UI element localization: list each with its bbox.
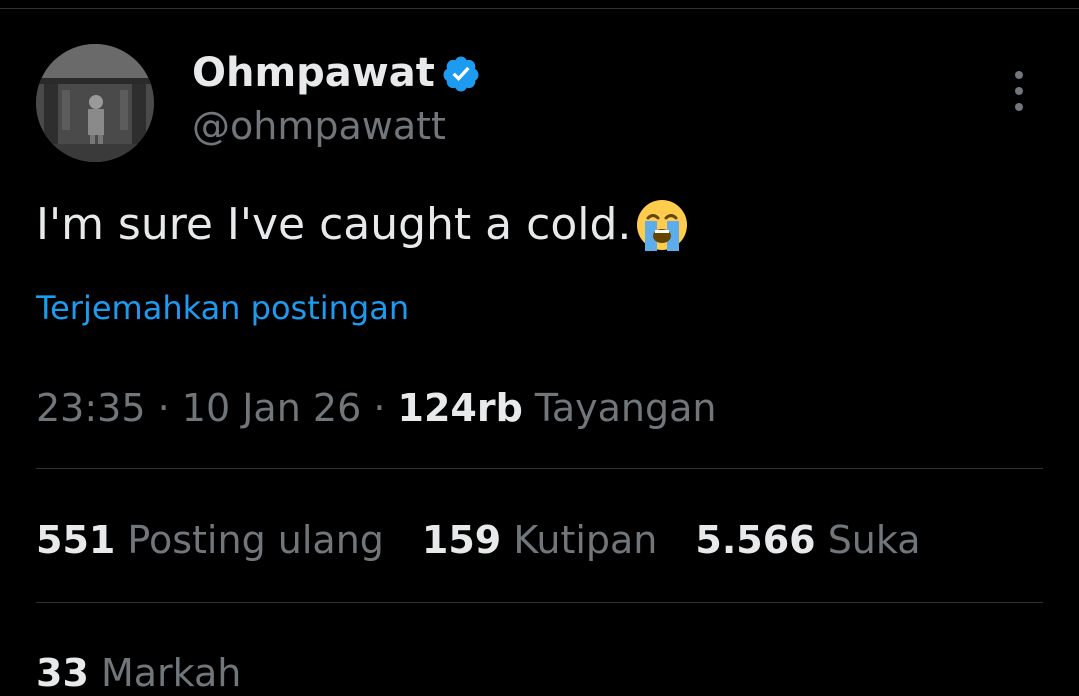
reposts-stat[interactable]: 551 Posting ulang <box>36 517 384 563</box>
more-vertical-icon <box>1015 71 1023 111</box>
user-handle[interactable]: @ohmpawatt <box>192 104 446 148</box>
divider <box>36 602 1043 603</box>
top-divider <box>0 8 1079 9</box>
verified-badge-icon <box>441 54 481 94</box>
bookmarks-count: 33 <box>36 651 89 695</box>
reposts-count: 551 <box>36 518 116 562</box>
likes-stat[interactable]: 5.566 Suka <box>695 517 920 563</box>
bookmarks-label: Markah <box>100 651 242 695</box>
avatar-photo <box>36 44 154 162</box>
loudly-crying-face-emoji <box>633 196 691 254</box>
meta-separator: · <box>157 386 170 430</box>
divider <box>36 468 1043 469</box>
tweet-body: I'm sure I've caught a cold. <box>36 199 632 250</box>
views-label: Tayangan <box>534 386 717 430</box>
quotes-label: Kutipan <box>513 518 658 562</box>
likes-label: Suka <box>827 518 921 562</box>
tweet-time[interactable]: 23:35 <box>36 386 146 430</box>
quotes-count: 159 <box>421 518 502 562</box>
likes-count: 5.566 <box>695 518 816 562</box>
translate-post-link[interactable]: Terjemahkan postingan <box>36 287 409 329</box>
more-options-button[interactable] <box>1002 68 1036 114</box>
quotes-stat[interactable]: 159 Kutipan <box>422 517 657 563</box>
views-count: 124rb <box>397 386 523 430</box>
engagement-stats: 551 Posting ulang 159 Kutipan 5.566 Suka <box>36 517 959 563</box>
display-name[interactable]: Ohmpawat <box>192 50 435 96</box>
tweet-date[interactable]: 10 Jan 26 <box>182 386 361 430</box>
meta-separator: · <box>373 386 386 430</box>
avatar[interactable] <box>36 44 154 162</box>
reposts-label: Posting ulang <box>127 518 384 562</box>
tweet-meta: 23:35 · 10 Jan 26 · 124rb Tayangan <box>36 385 716 431</box>
bookmarks-stat[interactable]: 33 Markah <box>36 650 241 696</box>
tweet-text: I'm sure I've caught a cold. <box>36 196 691 254</box>
